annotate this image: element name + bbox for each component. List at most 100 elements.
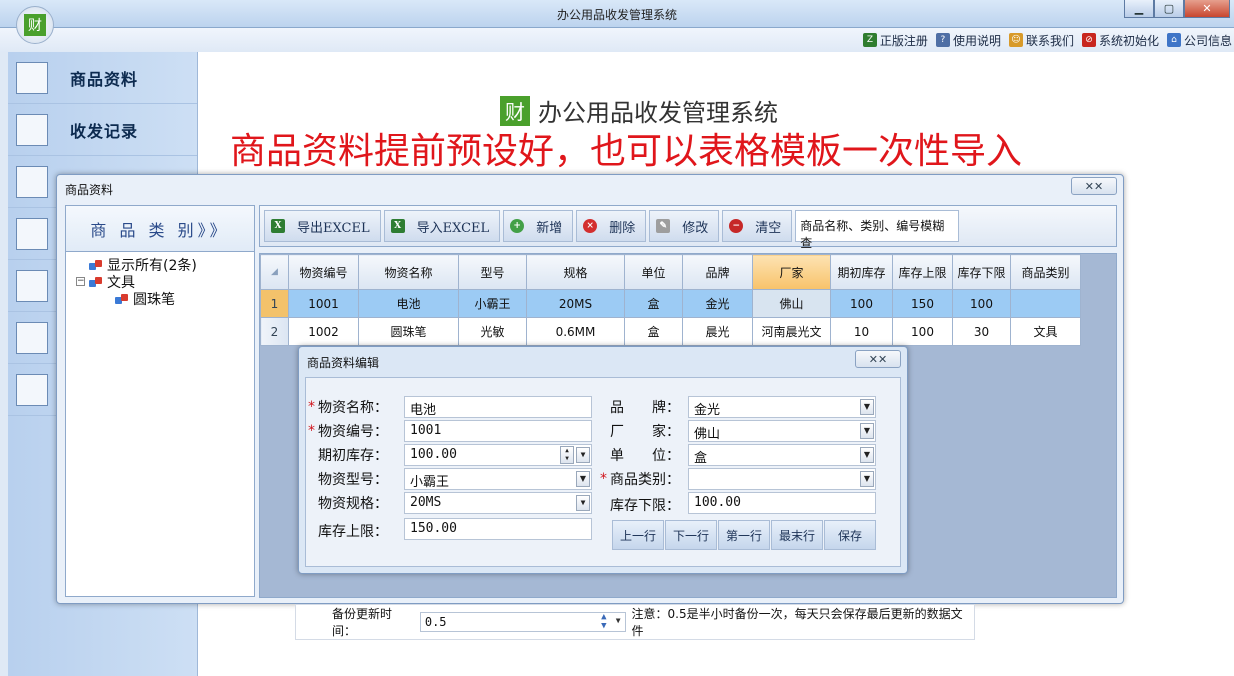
row-number[interactable]: 2 [260,317,289,346]
column-header[interactable]: 商品类别 [1010,254,1081,290]
product-window-close-button[interactable]: ✕✕ [1071,177,1117,195]
next-row-button[interactable]: 下一行 [665,520,717,550]
tree-node[interactable]: − 文具 [76,273,254,291]
dropdown-arrow-icon[interactable]: ▼ [860,423,874,439]
maximize-button[interactable]: ▢ [1154,0,1184,18]
icon-glyph: + [513,221,521,231]
tree-node[interactable]: 圆珠笔 [76,290,254,308]
max-stock-field[interactable]: 150.00 [404,518,592,540]
table-cell[interactable]: 金光 [682,289,753,318]
icon-glyph: − [732,221,740,231]
toolbar-button-4[interactable]: ✎ 修改 [649,210,720,242]
search-input[interactable]: 商品名称、类别、编号模糊查 [795,210,960,250]
toolbar-button-2[interactable]: + 新增 [503,210,574,242]
collapse-icon[interactable]: − [76,277,85,286]
close-button[interactable]: ✕ [1184,0,1230,18]
spinner-icon[interactable]: ▲ ▼ [601,613,606,631]
column-header[interactable]: 物资名称 [358,254,459,290]
column-header[interactable]: 厂家 [752,254,831,290]
table-row[interactable]: 1 1001 电池 小霸王 20MS 盒金光 佛山 100 150 100 [260,289,1081,318]
table-cell[interactable] [1010,289,1081,318]
table-cell[interactable]: 文具 [1010,317,1081,346]
toplink-reset[interactable]: ⊘ 系统初始化 [1081,32,1159,49]
table-cell[interactable]: 20MS [526,289,625,318]
toplink-company[interactable]: ⌂ 公司信息 [1166,32,1232,49]
init-stock-field[interactable]: 100.00 ▲ ▼ ▼ [404,444,592,466]
table-cell[interactable]: 河南晨光文 [752,317,831,346]
column-header[interactable]: 库存下限 [952,254,1011,290]
table-cell[interactable]: 盒 [624,317,683,346]
column-header[interactable]: 规格 [526,254,625,290]
table-cell[interactable]: 盒 [624,289,683,318]
add-icon: + [510,219,525,233]
toolbar-button-1[interactable]: X 导入EXCEL [383,210,501,242]
table-row[interactable]: 2 1002 圆珠笔 光敏 0.6MM 盒晨光 河南晨光文 10 100 30 文具 [260,317,1081,346]
icon-glyph: ✎ [659,221,667,231]
nav-item-label: 收发记录 [70,121,139,141]
dropdown-arrow-icon[interactable]: ▼ [576,495,590,511]
table-cell[interactable]: 光敏 [458,317,527,346]
edit-dialog-close-button[interactable]: ✕✕ [855,350,901,368]
nav-item-0[interactable]: 商品资料 [8,52,197,104]
min-stock-label: 库存下限： [610,498,680,514]
last-row-button[interactable]: 最末行 [771,520,823,550]
min-stock-field[interactable]: 100.00 [688,492,876,514]
row-number[interactable]: 1 [260,289,289,318]
table-cell[interactable]: 小霸王 [458,289,527,318]
spinner-icon[interactable]: ▲ ▼ [560,446,574,464]
nav-item-1[interactable]: 收发记录 [8,104,197,156]
table-cell[interactable]: 30 [952,317,1011,346]
required-mark: * [308,423,315,439]
column-header[interactable]: 库存上限 [892,254,953,290]
dropdown-arrow-icon[interactable]: ▼ [616,616,621,625]
column-header[interactable]: 品牌 [682,254,753,290]
table-cell[interactable]: 圆珠笔 [358,317,459,346]
table-cell[interactable]: 100 [952,289,1011,318]
table-cell[interactable]: 0.6MM [526,317,625,346]
model-field[interactable]: 小霸王 ▼ [404,468,592,490]
unit-field[interactable]: 盒 ▼ [688,444,876,466]
dropdown-arrow-icon[interactable]: ▼ [860,447,874,463]
table-cell[interactable]: 1002 [288,317,359,346]
toplink-book[interactable]: ? 使用说明 [935,32,1001,49]
table-cell[interactable]: 100 [892,317,953,346]
brand-field[interactable]: 金光 ▼ [688,396,876,418]
spec-field[interactable]: 20MS ▼ [404,492,592,514]
app-logo[interactable]: 财 [16,6,54,44]
name-field[interactable]: 电池 [404,396,592,418]
column-header[interactable]: 型号 [458,254,527,290]
table-cell[interactable]: 150 [892,289,953,318]
dropdown-arrow-icon[interactable]: ▼ [576,471,590,487]
dropdown-arrow-icon[interactable]: ▼ [860,399,874,415]
column-header[interactable]: 物资编号 [288,254,359,290]
toolbar-button-5[interactable]: − 清空 [722,210,793,242]
tree-node[interactable]: 显示所有(2条) [76,256,254,274]
dropdown-arrow-icon[interactable]: ▼ [860,471,874,487]
table-cell[interactable]: 10 [830,317,893,346]
minimize-button[interactable]: ▁ [1124,0,1154,18]
toolbar-button-3[interactable]: × 删除 [576,210,647,242]
row-header-corner[interactable]: ◢ [260,254,289,290]
prev-row-button[interactable]: 上一行 [612,520,664,550]
column-header[interactable]: 单位 [624,254,683,290]
table-cell[interactable]: 1001 [288,289,359,318]
toplink-contact[interactable]: ☺ 联系我们 [1008,32,1074,49]
save-button[interactable]: 保存 [824,520,876,550]
category-header[interactable]: 商 品 类 别》》 [66,206,254,252]
code-field[interactable]: 1001 [404,420,592,442]
table-cell[interactable]: 电池 [358,289,459,318]
backup-interval-field[interactable]: 0.5 ▲ ▼ ▼ [419,612,626,632]
toplink-register[interactable]: Z 正版注册 [862,32,928,49]
toolbar-button-0[interactable]: X 导出EXCEL [264,210,381,242]
table-cell[interactable]: 佛山 [752,289,831,318]
category-field[interactable]: ▼ [688,468,876,490]
table-cell[interactable]: 晨光 [682,317,753,346]
column-header[interactable]: 期初库存 [830,254,893,290]
document-icon [16,321,48,354]
table-cell[interactable]: 100 [830,289,893,318]
dropdown-arrow-icon[interactable]: ▼ [576,447,590,463]
nav-item-label: 商品资料 [70,69,139,89]
first-row-button[interactable]: 第一行 [718,520,770,550]
maker-label: 厂 家： [610,424,680,440]
maker-field[interactable]: 佛山 ▼ [688,420,876,442]
